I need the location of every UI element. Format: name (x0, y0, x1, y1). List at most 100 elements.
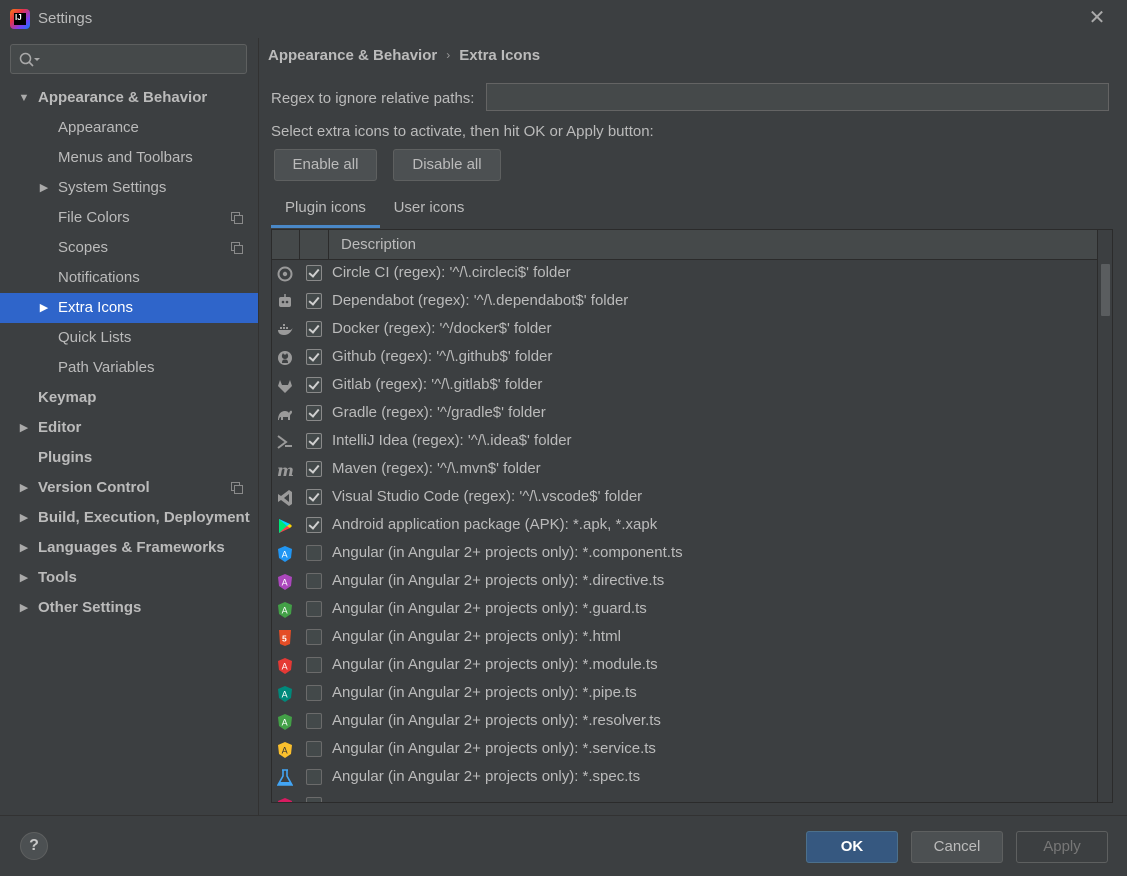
row-checkbox[interactable] (306, 573, 322, 589)
close-icon[interactable]: ✕ (1087, 8, 1107, 28)
vertical-scrollbar[interactable] (1097, 230, 1112, 802)
row-checkbox[interactable] (306, 349, 322, 365)
tree-item-label: Path Variables (58, 359, 155, 376)
tab-user-icons[interactable]: User icons (383, 194, 475, 228)
row-checkbox[interactable] (306, 293, 322, 309)
row-checkbox[interactable] (306, 405, 322, 421)
row-description: Gradle (regex): '^/gradle$' folder (332, 404, 546, 421)
tree-item-path-variables[interactable]: Path Variables (0, 353, 258, 383)
row-checkbox[interactable] (306, 601, 322, 617)
ok-button[interactable]: OK (806, 831, 898, 863)
tree-item-label: Keymap (38, 389, 97, 406)
table-row[interactable]: Android application package (APK): *.apk… (272, 512, 1098, 540)
row-checkbox[interactable] (306, 377, 322, 393)
tree-item-quick-lists[interactable]: Quick Lists (0, 323, 258, 353)
row-checkbox[interactable] (306, 265, 322, 281)
tree-item-appearance-behavior[interactable]: ▼ Appearance & Behavior (0, 83, 258, 113)
table-row[interactable]: A Angular (in Angular 2+ projects only):… (272, 596, 1098, 624)
tree-item-menus-toolbars[interactable]: Menus and Toolbars (0, 143, 258, 173)
cancel-button[interactable]: Cancel (911, 831, 1003, 863)
tree-item-system-settings[interactable]: ▶ System Settings (0, 173, 258, 203)
table-row[interactable]: A Angular (in Angular 2+ projects only):… (272, 708, 1098, 736)
disable-all-button[interactable]: Disable all (393, 149, 501, 181)
tree-item-languages-frameworks[interactable]: ▶ Languages & Frameworks (0, 533, 258, 563)
table-row[interactable]: Circle CI (regex): '^/\.circleci$' folde… (272, 260, 1098, 288)
chevron-right-icon[interactable]: ▶ (17, 593, 31, 623)
chevron-down-icon[interactable]: ▼ (17, 83, 31, 113)
table-row[interactable]: A Angular (in Angular 2+ projects only):… (272, 680, 1098, 708)
row-checkbox[interactable] (306, 657, 322, 673)
table-row[interactable]: Angular (in Angular 2+ projects only): *… (272, 764, 1098, 792)
row-checkbox[interactable] (306, 741, 322, 757)
tree-item-file-colors[interactable]: File Colors (0, 203, 258, 233)
table-row[interactable]: m Maven (regex): '^/\.mvn$' folder (272, 456, 1098, 484)
chevron-right-icon[interactable]: ▶ (17, 413, 31, 443)
table-row[interactable]: Gitlab (regex): '^/\.gitlab$' folder (272, 372, 1098, 400)
tree-item-scopes[interactable]: Scopes (0, 233, 258, 263)
table-row[interactable]: A Angular (in Angular 2+ projects only):… (272, 652, 1098, 680)
tree-item-build-execution[interactable]: ▶ Build, Execution, Deployment (0, 503, 258, 533)
row-checkbox[interactable] (306, 797, 322, 802)
tree-item-keymap[interactable]: Keymap (0, 383, 258, 413)
tree-item-label: Build, Execution, Deployment (38, 509, 250, 526)
tree-item-appearance[interactable]: Appearance (0, 113, 258, 143)
search-input[interactable] (10, 44, 247, 74)
row-checkbox[interactable] (306, 489, 322, 505)
chevron-right-icon[interactable]: ▶ (37, 293, 51, 323)
table-row-partial[interactable] (272, 792, 1098, 802)
table-row[interactable]: A Angular (in Angular 2+ projects only):… (272, 540, 1098, 568)
breadcrumb-parent[interactable]: Appearance & Behavior (268, 47, 437, 64)
table-row[interactable]: IntelliJ Idea (regex): '^/\.idea$' folde… (272, 428, 1098, 456)
chevron-right-icon[interactable]: ▶ (17, 563, 31, 593)
table-header: Description (272, 230, 1098, 260)
apply-button[interactable]: Apply (1016, 831, 1108, 863)
tree-item-extra-icons[interactable]: ▶ Extra Icons (0, 293, 258, 323)
chevron-right-icon[interactable]: ▶ (17, 473, 31, 503)
scrollbar-thumb[interactable] (1101, 264, 1110, 316)
row-checkbox[interactable] (306, 321, 322, 337)
chevron-right-icon[interactable]: ▶ (37, 173, 51, 203)
row-checkbox[interactable] (306, 517, 322, 533)
gradle-icon (278, 410, 292, 420)
tree-item-label: Languages & Frameworks (38, 539, 225, 556)
row-checkbox[interactable] (306, 769, 322, 785)
chevron-right-icon[interactable]: ▶ (17, 533, 31, 563)
title-bar: IJ Settings ✕ (0, 0, 1127, 38)
table-row[interactable]: A Angular (in Angular 2+ projects only):… (272, 568, 1098, 596)
icon-column-header[interactable] (272, 230, 300, 259)
table-row[interactable]: Docker (regex): '^/docker$' folder (272, 316, 1098, 344)
row-checkbox[interactable] (306, 629, 322, 645)
table-row[interactable]: 5 Angular (in Angular 2+ projects only):… (272, 624, 1098, 652)
tree-item-version-control[interactable]: ▶ Version Control (0, 473, 258, 503)
row-checkbox[interactable] (306, 713, 322, 729)
tree-item-plugins[interactable]: Plugins (0, 443, 258, 473)
angular-service-icon: A (278, 742, 292, 758)
table-row[interactable]: Gradle (regex): '^/gradle$' folder (272, 400, 1098, 428)
enabled-column-header[interactable] (300, 230, 329, 259)
description-column-header[interactable]: Description (341, 236, 416, 253)
regex-input[interactable] (486, 83, 1109, 111)
help-button[interactable]: ? (20, 832, 48, 860)
table-row[interactable]: Github (regex): '^/\.github$' folder (272, 344, 1098, 372)
chevron-right-icon: › (446, 48, 451, 62)
row-checkbox[interactable] (306, 545, 322, 561)
row-checkbox[interactable] (306, 685, 322, 701)
tree-item-notifications[interactable]: Notifications (0, 263, 258, 293)
row-description: Angular (in Angular 2+ projects only): *… (332, 600, 647, 617)
breadcrumb: Appearance & Behavior › Extra Icons (268, 47, 540, 64)
row-checkbox[interactable] (306, 461, 322, 477)
tree-item-tools[interactable]: ▶ Tools (0, 563, 258, 593)
tree-item-other-settings[interactable]: ▶ Other Settings (0, 593, 258, 623)
row-checkbox[interactable] (306, 433, 322, 449)
table-body: Circle CI (regex): '^/\.circleci$' folde… (272, 260, 1098, 802)
tree-item-editor[interactable]: ▶ Editor (0, 413, 258, 443)
enable-all-button[interactable]: Enable all (274, 149, 377, 181)
table-row[interactable]: A Angular (in Angular 2+ projects only):… (272, 736, 1098, 764)
angular-component-icon: A (278, 546, 292, 562)
table-row[interactable]: Dependabot (regex): '^/\.dependabot$' fo… (272, 288, 1098, 316)
tab-plugin-icons[interactable]: Plugin icons (271, 194, 380, 228)
table-row[interactable]: Visual Studio Code (regex): '^/\.vscode$… (272, 484, 1098, 512)
vscode-icon (278, 490, 292, 506)
breadcrumb-current: Extra Icons (459, 47, 541, 64)
chevron-right-icon[interactable]: ▶ (17, 503, 31, 533)
